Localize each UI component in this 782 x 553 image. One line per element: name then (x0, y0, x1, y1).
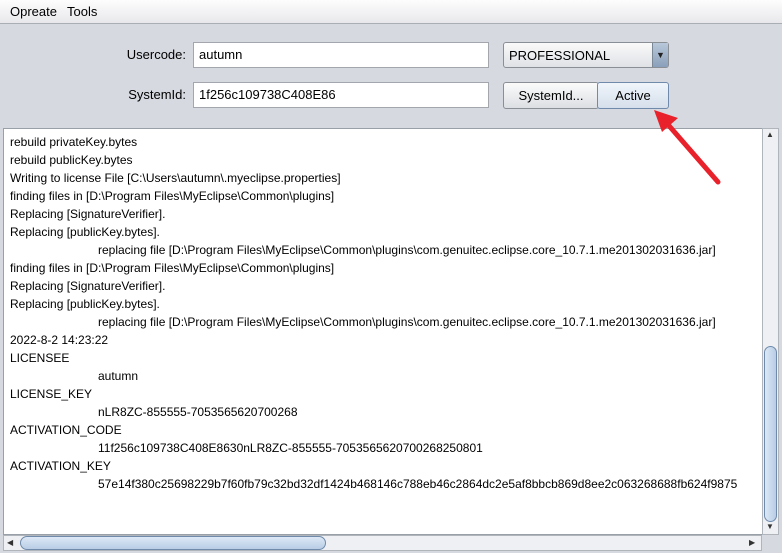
log-line: Replacing [SignatureVerifier]. (10, 207, 166, 221)
scroll-up-icon[interactable]: ▲ (766, 130, 774, 139)
log-line: ACTIVATION_CODE (10, 423, 122, 437)
log-line: LICENSEE (10, 351, 70, 365)
menu-bar: Opreate Tools (0, 0, 782, 24)
log-line: replacing file [D:\Program Files\MyEclip… (98, 243, 716, 257)
log-output[interactable]: rebuild privateKey.bytes rebuild publicKe… (3, 128, 763, 535)
log-line: LICENSE_KEY (10, 387, 93, 401)
log-line: ACTIVATION_KEY (10, 459, 111, 473)
scroll-right-icon[interactable]: ▶ (749, 538, 755, 547)
log-line: rebuild publicKey.bytes (10, 153, 133, 167)
log-line: rebuild privateKey.bytes (10, 135, 138, 149)
horizontal-scroll-thumb[interactable] (20, 536, 326, 550)
vertical-scroll-thumb[interactable] (764, 346, 777, 522)
log-line: finding files in [D:\Program Files\MyEcl… (10, 189, 335, 203)
red-arrow-annotation-icon (654, 110, 721, 185)
log-line: 57e14f380c25698229b7f60fb79c32bd32df1424… (98, 477, 738, 491)
active-button[interactable]: Active (597, 82, 669, 109)
log-line: finding files in [D:\Program Files\MyEcl… (10, 261, 335, 275)
log-line: Writing to license File [C:\Users\autumn… (10, 171, 341, 185)
horizontal-scrollbar[interactable]: ◀ ▶ (3, 535, 762, 551)
log-line: 11f256c109738C408E8630nLR8ZC-855555-7053… (98, 441, 483, 455)
edition-select[interactable]: PROFESSIONAL ▼ (503, 42, 669, 68)
systemid-input[interactable]: 1f256c109738C408E86 (193, 82, 489, 108)
usercode-input[interactable]: autumn (193, 42, 489, 68)
systemid-label: SystemId: (128, 87, 186, 102)
systemid-button[interactable]: SystemId... (503, 82, 599, 109)
log-line: Replacing [SignatureVerifier]. (10, 279, 166, 293)
usercode-label: Usercode: (126, 47, 186, 62)
log-line: Replacing [publicKey.bytes]. (10, 297, 160, 311)
log-line: autumn (98, 369, 139, 383)
menu-opreate[interactable]: Opreate (5, 4, 62, 19)
menu-tools[interactable]: Tools (62, 4, 102, 19)
log-line: 2022-8-2 14:23:22 (10, 333, 109, 347)
log-line: replacing file [D:\Program Files\MyEclip… (98, 315, 716, 329)
chevron-down-icon: ▼ (652, 43, 668, 67)
scroll-down-icon[interactable]: ▼ (766, 522, 774, 531)
log-line: Replacing [publicKey.bytes]. (10, 225, 160, 239)
vertical-scrollbar[interactable]: ▲ ▼ (762, 128, 779, 535)
edition-value: PROFESSIONAL (509, 48, 611, 63)
scroll-left-icon[interactable]: ◀ (7, 538, 13, 547)
log-line: nLR8ZC-855555-7053565620700268 (98, 405, 298, 419)
